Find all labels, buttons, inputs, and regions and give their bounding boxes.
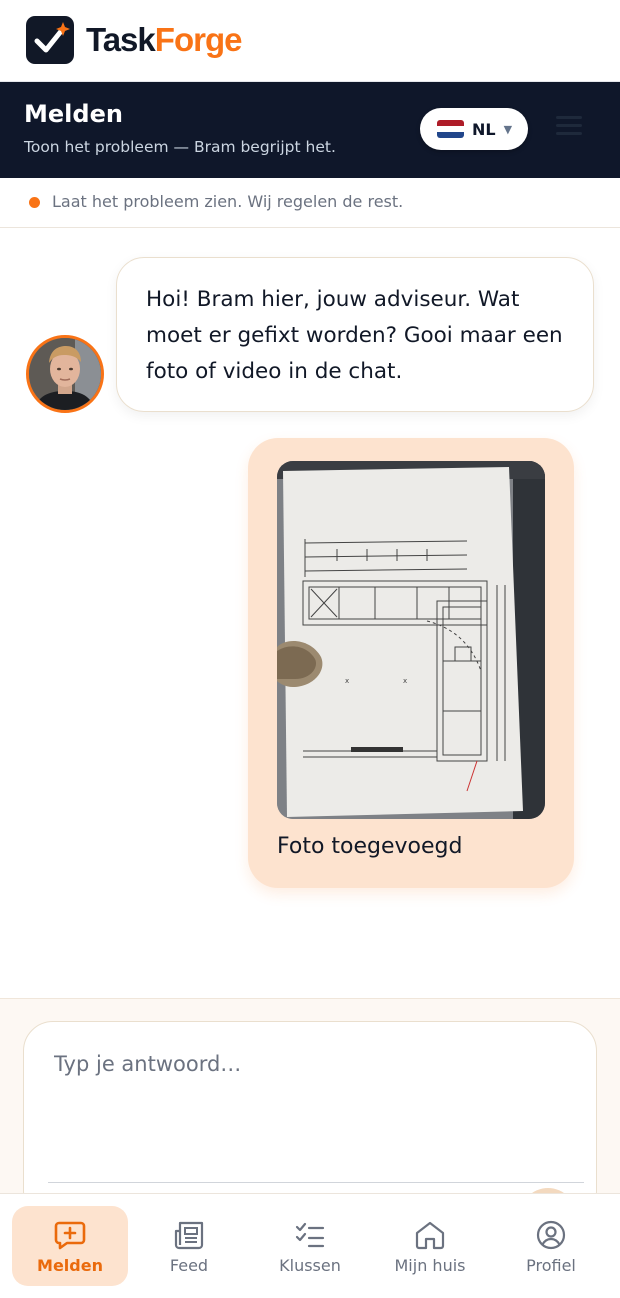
chevron-down-icon: ▼	[503, 122, 513, 136]
nav-item-klussen[interactable]: Klussen	[252, 1206, 368, 1286]
status-dot-icon	[29, 197, 40, 208]
checklist-icon	[295, 1222, 325, 1248]
nav-label-feed: Feed	[169, 1256, 209, 1275]
newspaper-icon	[174, 1221, 204, 1250]
nav-item-mijn-huis[interactable]: Mijn huis	[372, 1206, 488, 1286]
nav-item-feed[interactable]: Feed	[131, 1206, 247, 1286]
language-selector[interactable]: NL ▼	[420, 108, 528, 150]
composer-divider	[48, 1182, 584, 1183]
svg-text:x: x	[345, 677, 349, 685]
status-text: Laat het probleem zien. Wij regelen de r…	[52, 192, 404, 211]
brand-name-part1: Task	[86, 21, 156, 58]
chat-plus-icon	[54, 1221, 86, 1250]
composer-area	[0, 998, 620, 1244]
composer-box[interactable]	[23, 1021, 597, 1244]
bottom-navigation: Melden Feed Klussen Mijn huis Profiel	[0, 1193, 620, 1298]
status-bar: Laat het probleem zien. Wij regelen de r…	[0, 178, 620, 228]
home-icon	[415, 1221, 445, 1250]
user-circle-icon	[536, 1220, 566, 1250]
nav-item-melden[interactable]: Melden	[12, 1206, 128, 1286]
nav-label-profiel: Profiel	[526, 1256, 576, 1275]
reply-input[interactable]	[54, 1044, 554, 1084]
nav-label-melden: Melden	[37, 1256, 103, 1275]
svg-text:x: x	[403, 677, 407, 685]
hamburger-menu-icon[interactable]	[556, 116, 582, 136]
photo-caption: Foto toegevoegd	[277, 834, 463, 859]
language-code: NL	[472, 119, 496, 139]
page-title: Melden	[24, 100, 123, 128]
brand-name-part2: Forge	[154, 21, 243, 58]
nav-label-mijn-huis: Mijn huis	[394, 1256, 466, 1275]
page-header: Melden Toon het probleem — Bram begrijpt…	[0, 82, 620, 178]
advisor-message-bubble: Hoi! Bram hier, jouw adviseur. Wat moet …	[116, 257, 594, 412]
nav-item-profiel[interactable]: Profiel	[493, 1206, 609, 1286]
taskforge-logo-icon[interactable]	[26, 16, 74, 64]
nav-label-klussen: Klussen	[279, 1256, 341, 1275]
brand-bar: TaskForge	[0, 0, 620, 82]
page-subtitle: Toon het probleem — Bram begrijpt het.	[24, 138, 336, 156]
netherlands-flag-icon	[437, 120, 464, 138]
brand-name[interactable]: TaskForge	[86, 20, 243, 60]
user-message-bubble: x x Foto toegevoegd	[248, 438, 574, 888]
chat-thread[interactable]: Hoi! Bram hier, jouw adviseur. Wat moet …	[0, 229, 620, 999]
attached-photo[interactable]: x x	[277, 461, 545, 819]
advisor-avatar[interactable]	[26, 335, 104, 413]
